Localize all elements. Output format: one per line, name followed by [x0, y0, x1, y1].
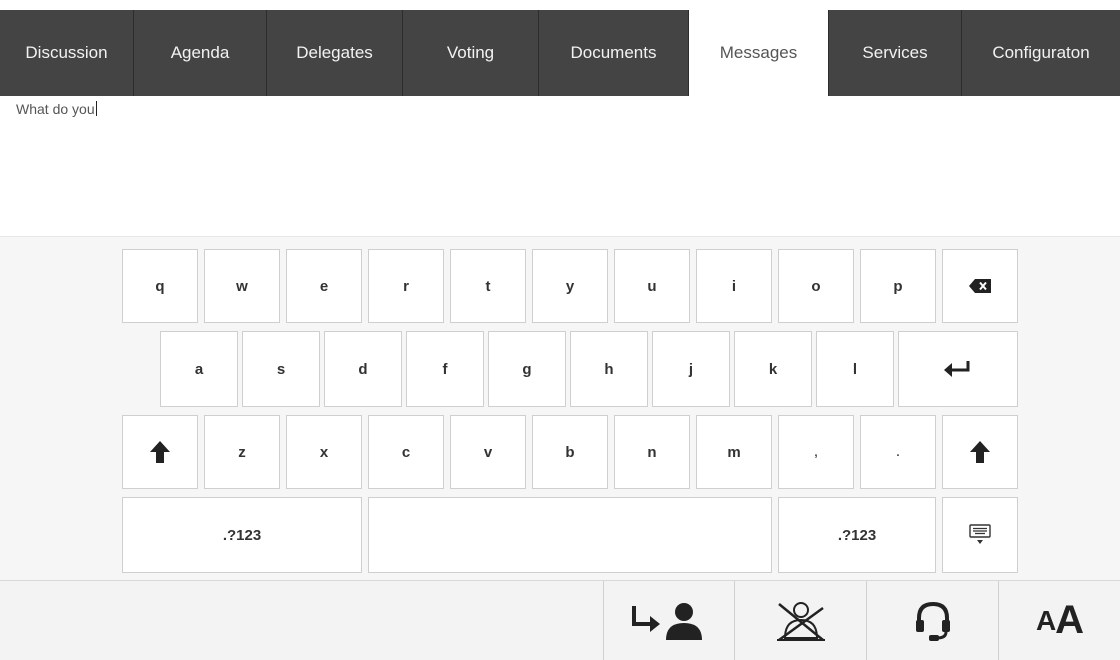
key-b[interactable]: b: [532, 415, 608, 489]
transfer-delegate-icon: [632, 602, 702, 640]
key-u[interactable]: u: [614, 249, 690, 323]
key-f[interactable]: f: [406, 331, 484, 407]
key-q[interactable]: q: [122, 249, 198, 323]
cancel-delegate-icon: [776, 601, 825, 641]
shift-up-arrow-icon: [970, 441, 990, 463]
key-comma[interactable]: ,: [778, 415, 854, 489]
key-p[interactable]: p: [860, 249, 936, 323]
key-s[interactable]: s: [242, 331, 320, 407]
key-shift-left[interactable]: [122, 415, 198, 489]
message-input[interactable]: What do you: [16, 101, 97, 117]
key-v[interactable]: v: [450, 415, 526, 489]
tab-discussion[interactable]: Discussion: [0, 10, 134, 96]
transfer-delegate-button[interactable]: [603, 581, 734, 660]
tab-agenda[interactable]: Agenda: [134, 10, 267, 96]
key-backspace[interactable]: [942, 249, 1018, 323]
tab-messages[interactable]: Messages: [689, 10, 829, 96]
bottom-toolbar: AA: [0, 580, 1120, 660]
key-d[interactable]: d: [324, 331, 402, 407]
tab-bar: Discussion Agenda Delegates Voting Docum…: [0, 10, 1120, 96]
tab-delegates[interactable]: Delegates: [267, 10, 403, 96]
tab-documents[interactable]: Documents: [539, 10, 689, 96]
key-symbols-right[interactable]: .?123: [778, 497, 936, 573]
headset-button[interactable]: [866, 581, 998, 660]
key-hide-keyboard[interactable]: [942, 497, 1018, 573]
key-o[interactable]: o: [778, 249, 854, 323]
hide-keyboard-icon: [969, 524, 991, 544]
key-w[interactable]: w: [204, 249, 280, 323]
key-g[interactable]: g: [488, 331, 566, 407]
backspace-icon: [969, 279, 991, 293]
tab-configuration[interactable]: Configuraton: [962, 10, 1120, 96]
key-e[interactable]: e: [286, 249, 362, 323]
font-size-button[interactable]: AA: [998, 581, 1120, 660]
key-j[interactable]: j: [652, 331, 730, 407]
headset-icon: [915, 601, 950, 641]
key-period[interactable]: .: [860, 415, 936, 489]
key-x[interactable]: x: [286, 415, 362, 489]
enter-icon: [944, 361, 970, 377]
shift-up-arrow-icon: [150, 441, 170, 463]
key-m[interactable]: m: [696, 415, 772, 489]
tab-services[interactable]: Services: [829, 10, 962, 96]
font-size-small-label: A: [1035, 604, 1056, 636]
key-enter[interactable]: [898, 331, 1018, 407]
cancel-delegate-button[interactable]: [734, 581, 866, 660]
key-i[interactable]: i: [696, 249, 772, 323]
key-k[interactable]: k: [734, 331, 812, 407]
key-shift-right[interactable]: [942, 415, 1018, 489]
key-l[interactable]: l: [816, 331, 894, 407]
key-r[interactable]: r: [368, 249, 444, 323]
key-z[interactable]: z: [204, 415, 280, 489]
key-space[interactable]: [368, 497, 772, 573]
key-t[interactable]: t: [450, 249, 526, 323]
text-caret: [95, 101, 97, 116]
message-text: What do you: [16, 101, 95, 117]
tab-voting[interactable]: Voting: [403, 10, 539, 96]
key-h[interactable]: h: [570, 331, 648, 407]
key-c[interactable]: c: [368, 415, 444, 489]
key-y[interactable]: y: [532, 249, 608, 323]
key-symbols-left[interactable]: .?123: [122, 497, 362, 573]
key-a[interactable]: a: [160, 331, 238, 407]
font-size-big-label: A: [1055, 598, 1084, 642]
key-n[interactable]: n: [614, 415, 690, 489]
on-screen-keyboard: q w e r t y u i o p a s d f g h j k l z …: [0, 236, 1120, 581]
